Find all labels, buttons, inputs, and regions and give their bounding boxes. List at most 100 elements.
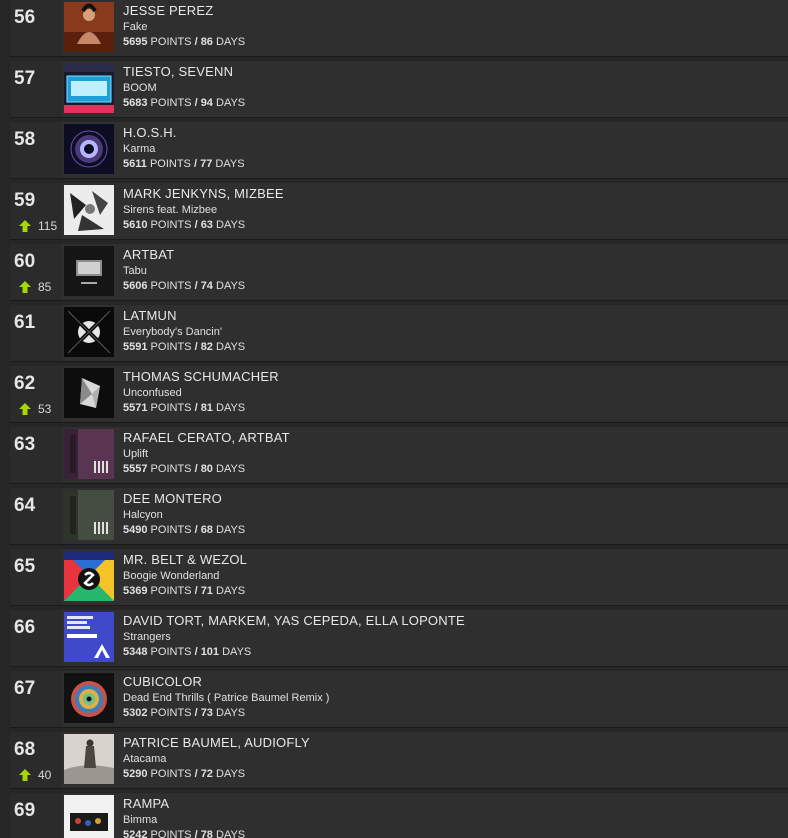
cover-boom-icon[interactable] <box>64 63 114 113</box>
track-stats: 5302 POINTS / 73 DAYS <box>123 706 780 720</box>
artist-name[interactable]: TIESTO, SEVENN <box>123 64 780 80</box>
points-value: 5571 <box>123 402 148 414</box>
track-stats: 5290 POINTS / 72 DAYS <box>123 767 780 781</box>
cover-woman-portrait-icon[interactable] <box>64 2 114 52</box>
cover-glowing-circle-icon[interactable] <box>64 124 114 174</box>
artist-name[interactable]: PATRICE BAUMEL, AUDIOFLY <box>123 735 780 751</box>
track-title[interactable]: Tabu <box>123 264 780 278</box>
cover-graphic-bw-icon[interactable] <box>64 185 114 235</box>
artist-name[interactable]: RAFAEL CERATO, ARTBAT <box>123 430 780 446</box>
artist-name[interactable]: DAVID TORT, MARKEM, YAS CEPEDA, ELLA LOP… <box>123 613 780 629</box>
chart-entry-64[interactable]: 64 DEE MONTERO Halcyon 5490 POINTS / 68 … <box>10 488 788 545</box>
points-value: 5302 <box>123 707 148 719</box>
artist-name[interactable]: THOMAS SCHUMACHER <box>123 369 780 385</box>
artist-name[interactable]: MR. BELT & WEZOL <box>123 552 780 568</box>
points-label: POINTS <box>150 646 192 658</box>
cover-geometric-face-icon[interactable] <box>64 368 114 418</box>
chart-entry-57[interactable]: 57 TIESTO, SEVENN BOOM 5683 POINTS / 94 … <box>10 61 788 118</box>
days-value: 86 <box>200 36 213 48</box>
artist-name[interactable]: H.O.S.H. <box>123 125 780 141</box>
separator: / <box>194 707 198 719</box>
artist-name[interactable]: DEE MONTERO <box>123 491 780 507</box>
track-stats: 5611 POINTS / 77 DAYS <box>123 157 780 171</box>
track-title[interactable]: BOOM <box>123 81 780 95</box>
cover-spinnin-icon[interactable] <box>64 551 114 601</box>
separator: / <box>194 219 198 231</box>
chart-entry-58[interactable]: 58 H.O.S.H. Karma 5611 POINTS / 77 DAYS <box>10 122 788 179</box>
days-label: DAYS <box>216 707 246 719</box>
rank-number: 61 <box>14 312 36 333</box>
chart-entry-63[interactable]: 63 RAFAEL CERATO, ARTBAT Uplift 5557 POI… <box>10 427 788 484</box>
separator: / <box>194 97 198 109</box>
rank-number: 69 <box>14 800 36 821</box>
rank-cell: 57 <box>10 61 62 117</box>
track-stats: 5571 POINTS / 81 DAYS <box>123 401 780 415</box>
days-label: DAYS <box>216 463 246 475</box>
track-title[interactable]: Uplift <box>123 447 780 461</box>
cover-desert-figure-icon[interactable] <box>64 734 114 784</box>
chart-entry-61[interactable]: 61 LATMUN Everybody's Dancin' 5591 POINT… <box>10 305 788 362</box>
track-title[interactable]: Boogie Wonderland <box>123 569 780 583</box>
track-stats: 5591 POINTS / 82 DAYS <box>123 340 780 354</box>
separator: / <box>194 646 198 658</box>
track-title[interactable]: Karma <box>123 142 780 156</box>
rank-change-value: 85 <box>38 280 52 294</box>
cover-strangers-icon[interactable] <box>64 612 114 662</box>
rank-cell: 58 <box>10 122 62 178</box>
points-value: 5557 <box>123 463 148 475</box>
separator: / <box>194 829 198 838</box>
artist-name[interactable]: CUBICOLOR <box>123 674 780 690</box>
track-title[interactable]: Sirens feat. Mizbee <box>123 203 780 217</box>
chart-entry-69[interactable]: 69 RAMPA Bimma 5242 POINTS / 78 DAYS <box>10 793 788 838</box>
chart-entry-56[interactable]: 56 JESSE PEREZ Fake 5695 POINTS / 86 DAY… <box>10 0 788 57</box>
artist-name[interactable]: LATMUN <box>123 308 780 324</box>
cover-colorful-circle-icon[interactable] <box>64 673 114 723</box>
rank-change: 85 <box>18 279 51 295</box>
chart-entry-68[interactable]: 68 40 PATRICE BAUMEL, AUDIOFLY Atacama 5… <box>10 732 788 789</box>
separator: / <box>194 280 198 292</box>
rank-number: 67 <box>14 678 36 699</box>
artist-name[interactable]: RAMPA <box>123 796 780 812</box>
chart-entry-67[interactable]: 67 CUBICOLOR Dead End Thrills ( Patrice … <box>10 671 788 728</box>
chart-entry-59[interactable]: 59 115 MARK JENKYNS, MIZBEE Sirens feat.… <box>10 183 788 240</box>
track-stats: 5683 POINTS / 94 DAYS <box>123 96 780 110</box>
points-value: 5610 <box>123 219 148 231</box>
days-label: DAYS <box>216 402 246 414</box>
separator: / <box>194 341 198 353</box>
track-title[interactable]: Strangers <box>123 630 780 644</box>
track-stats: 5369 POINTS / 71 DAYS <box>123 584 780 598</box>
track-title[interactable]: Fake <box>123 20 780 34</box>
rank-cell: 59 115 <box>10 183 62 239</box>
track-title[interactable]: Halcyon <box>123 508 780 522</box>
track-title[interactable]: Everybody's Dancin' <box>123 325 780 339</box>
track-title[interactable]: Unconfused <box>123 386 780 400</box>
days-label: DAYS <box>216 768 246 780</box>
artist-name[interactable]: JESSE PEREZ <box>123 3 780 19</box>
points-label: POINTS <box>150 585 192 597</box>
rank-cell: 69 <box>10 793 62 838</box>
chart-entry-65[interactable]: 65 MR. BELT & WEZOL Boogie Wonderland 53… <box>10 549 788 606</box>
cover-x-logo-icon[interactable] <box>64 307 114 357</box>
track-title[interactable]: Atacama <box>123 752 780 766</box>
track-stats: 5490 POINTS / 68 DAYS <box>123 523 780 537</box>
points-value: 5591 <box>123 341 148 353</box>
artist-name[interactable]: ARTBAT <box>123 247 780 263</box>
rank-cell: 66 <box>10 610 62 666</box>
rank-number: 59 <box>14 190 36 211</box>
chart-entry-62[interactable]: 62 53 THOMAS SCHUMACHER Unconfused 5571 … <box>10 366 788 423</box>
days-label: DAYS <box>216 524 246 536</box>
track-title[interactable]: Bimma <box>123 813 780 827</box>
rank-cell: 64 <box>10 488 62 544</box>
rank-number: 57 <box>14 68 36 89</box>
cover-the-four-purple-icon[interactable] <box>64 429 114 479</box>
cover-the-four-green-icon[interactable] <box>64 490 114 540</box>
chart-entry-60[interactable]: 60 85 ARTBAT Tabu 5606 POINTS / 74 DAYS <box>10 244 788 301</box>
track-title[interactable]: Dead End Thrills ( Patrice Baumel Remix … <box>123 691 780 705</box>
cover-instant-icon[interactable] <box>64 246 114 296</box>
cover-figures-icon[interactable] <box>64 795 114 838</box>
days-label: DAYS <box>216 36 246 48</box>
rank-number: 68 <box>14 739 36 760</box>
track-stats: 5557 POINTS / 80 DAYS <box>123 462 780 476</box>
artist-name[interactable]: MARK JENKYNS, MIZBEE <box>123 186 780 202</box>
chart-entry-66[interactable]: 66 DAVID TORT, MARKEM, YAS CEPEDA, ELLA … <box>10 610 788 667</box>
